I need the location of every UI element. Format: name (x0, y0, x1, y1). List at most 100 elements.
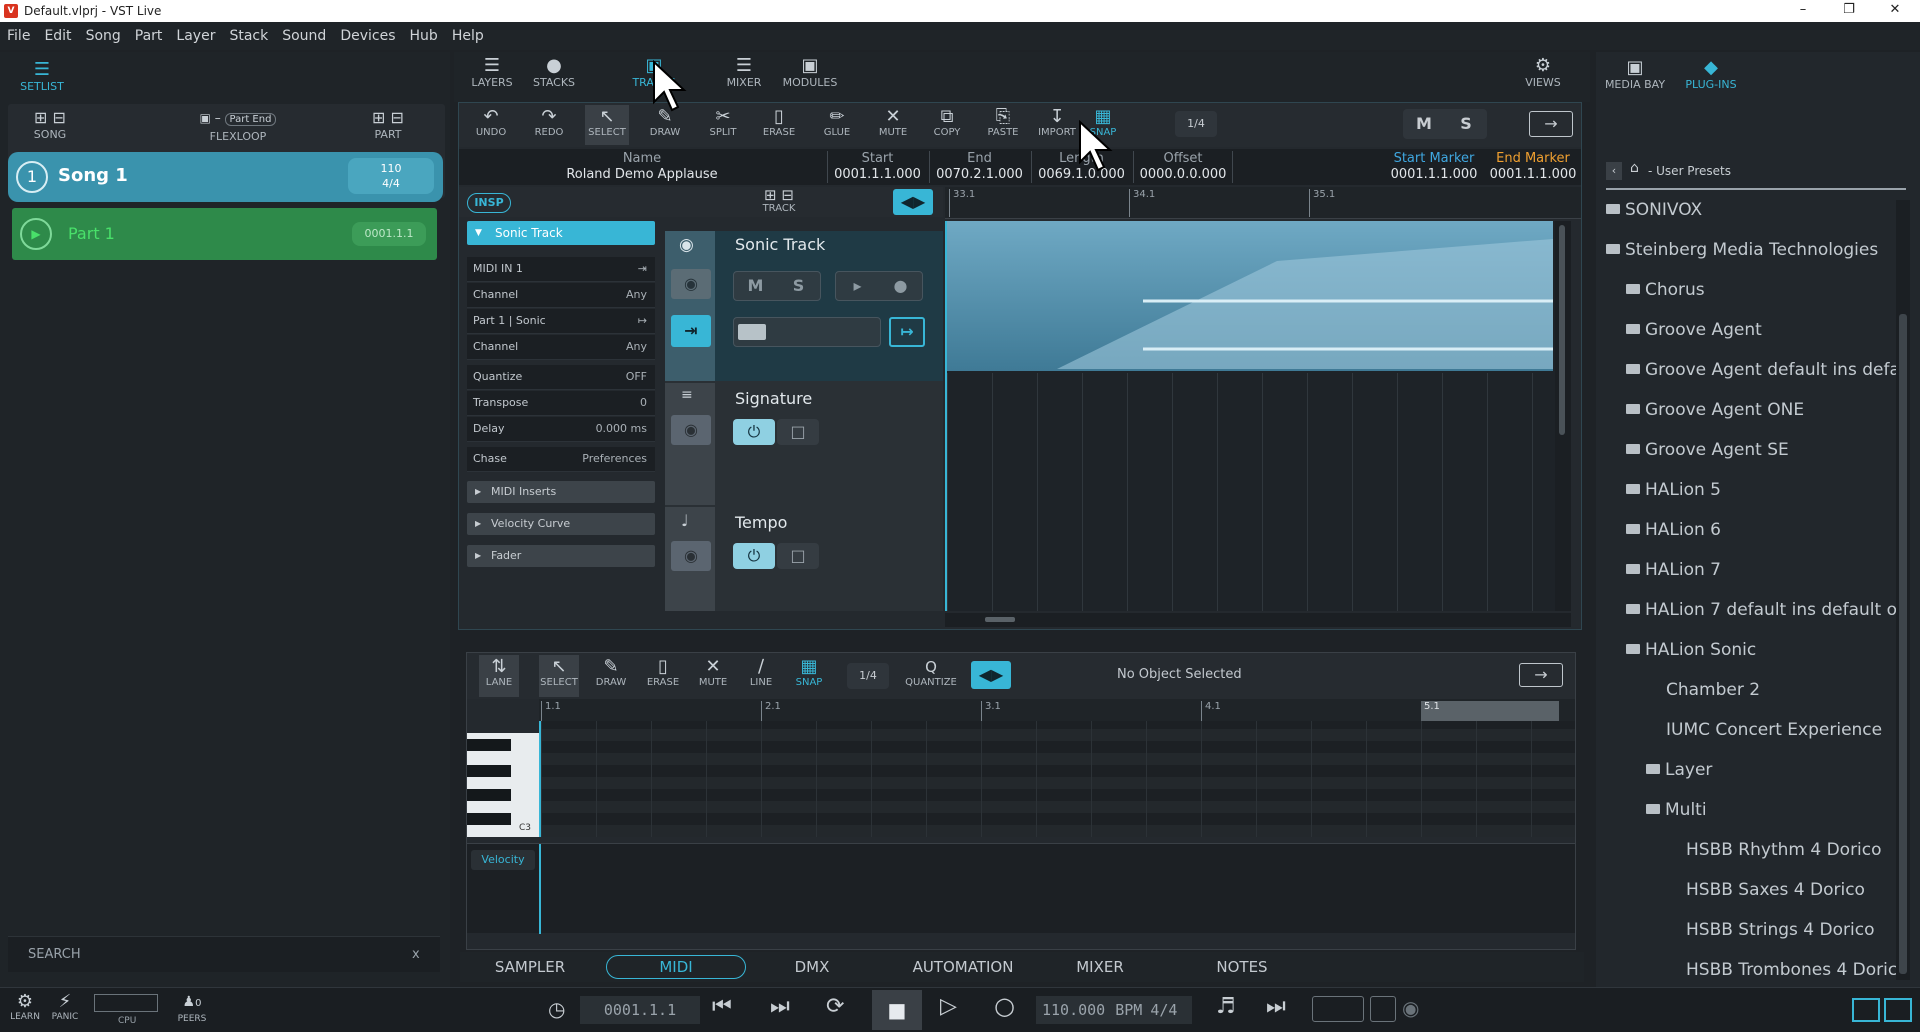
tab-layers[interactable]: ☰ LAYERS (464, 56, 520, 90)
preset-tree-item[interactable]: HSBB Rhythm 4 Dorico (1606, 840, 1896, 860)
preset-tree-item[interactable]: IUMC Concert Experience (1606, 720, 1896, 740)
audio-event[interactable] (947, 221, 1553, 371)
menu-part[interactable]: Part (128, 28, 170, 44)
play-icon[interactable]: ▷ (940, 994, 957, 1019)
preset-tree-item[interactable]: HALion Sonic (1606, 640, 1896, 660)
piano-keyboard[interactable]: C3 (467, 733, 539, 837)
editor-erase-tool[interactable]: ▯ ERASE (643, 657, 683, 689)
editor-snap-toggle[interactable]: ▦ SNAP (789, 657, 829, 689)
note-grid[interactable] (539, 721, 1575, 837)
quantize-button[interactable]: Q QUANTIZE (901, 657, 961, 688)
tag-icon[interactable]: ◉ (671, 415, 711, 445)
clear-search-icon[interactable]: x (412, 947, 420, 962)
preset-tree-item[interactable]: HSBB Strings 4 Dorico (1606, 920, 1896, 940)
redo-button[interactable]: ↷ REDO (527, 107, 571, 139)
glue-tool[interactable]: ✏ GLUE (815, 107, 859, 139)
menu-edit[interactable]: Edit (37, 28, 78, 44)
preset-tree-item[interactable]: Groove Agent ONE (1606, 400, 1896, 420)
delay-row[interactable]: Delay 0.000 ms (467, 417, 655, 442)
loop-range[interactable]: 5.1 (1421, 701, 1559, 721)
preset-tree-item[interactable]: Steinberg Media Technologies (1606, 240, 1896, 260)
home-icon[interactable]: ⌂ (1630, 160, 1639, 176)
quantize-row[interactable]: Quantize OFF (467, 365, 655, 390)
tab-stacks[interactable]: ● STACKS (526, 56, 582, 90)
track-volume-fader[interactable] (733, 317, 881, 347)
controller-lane[interactable]: Velocity (467, 843, 1575, 934)
tree-scrollbar[interactable] (1896, 200, 1910, 980)
flexloop-value[interactable]: Part End (224, 113, 277, 126)
play-part-icon[interactable]: ▶ (20, 218, 52, 250)
preset-tree-item[interactable]: Groove Agent default ins defau (1606, 360, 1896, 380)
stop-icon[interactable]: ■ (872, 990, 922, 1030)
tag-icon[interactable]: ◉ (671, 541, 711, 571)
preset-tree-item[interactable]: HALion 7 (1606, 560, 1896, 580)
lock-icon[interactable]: □ (777, 419, 819, 445)
record-icon[interactable]: ○ (994, 992, 1015, 1020)
rewind-icon[interactable]: ⏮ (712, 994, 732, 1019)
menu-file[interactable]: File (0, 28, 37, 44)
flexloop-control[interactable]: ▣ – Part End FLEXLOOP (188, 108, 288, 143)
layout-left-icon[interactable] (1852, 998, 1880, 1022)
import-button[interactable]: ↧ IMPORT (1035, 107, 1079, 139)
editor-select-tool[interactable]: ↖ SELECT (539, 655, 579, 697)
preset-tree-item[interactable]: HALion 7 default ins default ou (1606, 600, 1896, 620)
undo-button[interactable]: ↶ UNDO (469, 107, 513, 139)
output-channel-row[interactable]: Channel Any (467, 335, 655, 360)
preset-tree-item[interactable]: Multi (1606, 800, 1896, 820)
close-button[interactable]: ✕ (1872, 0, 1918, 22)
arrow-right-icon[interactable]: → (1529, 111, 1573, 137)
preset-tree-item[interactable]: HSBB Saxes 4 Dorico (1606, 880, 1896, 900)
record-mode-icon[interactable]: ◉ (1402, 996, 1419, 1020)
tab-media-bay[interactable]: ▣ MEDIA BAY (1600, 58, 1670, 92)
tab-notes[interactable]: NOTES (1192, 958, 1292, 976)
preset-tree-item[interactable]: Layer (1606, 760, 1896, 780)
track-tempo[interactable]: ♩ ◉ Tempo ⏻ □ (665, 507, 943, 611)
tab-mixer[interactable]: ☰ MIXER (716, 56, 772, 90)
menu-song[interactable]: Song (79, 28, 128, 44)
track-mute-button[interactable]: M (734, 272, 777, 300)
lane-button[interactable]: ⇅ LANE (479, 655, 519, 697)
search-input[interactable]: SEARCH (28, 947, 81, 962)
menu-stack[interactable]: Stack (222, 28, 275, 44)
menu-devices[interactable]: Devices (333, 28, 402, 44)
add-part-icon[interactable]: ⊞ ⊟ (358, 108, 418, 128)
input-channel-row[interactable]: Channel Any (467, 283, 655, 308)
clock-icon[interactable]: ◷ (548, 997, 565, 1021)
back-icon[interactable]: ‹ (1606, 162, 1622, 180)
tab-sampler[interactable]: SAMPLER (480, 958, 580, 976)
track-solo-button[interactable]: S (777, 272, 820, 300)
arrow-right-icon[interactable]: → (1519, 663, 1563, 687)
preset-tree-item[interactable]: SONIVOX (1606, 200, 1896, 220)
panic-button[interactable]: ⚡ PANIC (48, 992, 82, 1023)
locator-left[interactable] (1312, 996, 1364, 1022)
mute-tool[interactable]: ✕ MUTE (871, 107, 915, 139)
inspector-track-name[interactable]: ▼ Sonic Track (467, 221, 655, 245)
preset-tree-item[interactable]: Chorus (1606, 280, 1896, 300)
speaker-icon[interactable]: ▸ (836, 272, 879, 300)
menu-help[interactable]: Help (445, 28, 491, 44)
tab-plugins[interactable]: ◆ PLUG-INS (1676, 58, 1746, 92)
tab-automation[interactable]: AUTOMATION (898, 958, 1028, 976)
transpose-row[interactable]: Transpose 0 (467, 391, 655, 416)
menu-layer[interactable]: Layer (169, 28, 222, 44)
erase-tool[interactable]: ▯ ERASE (757, 107, 801, 139)
paste-button[interactable]: ⎘ PASTE (981, 107, 1025, 139)
part-item[interactable]: ▶ Part 1 0001.1.1 (12, 208, 437, 260)
power-icon[interactable]: ⏻ (733, 543, 775, 569)
horizontal-scrollbar[interactable] (945, 613, 1571, 627)
tab-modules[interactable]: ▣ MODULES (778, 56, 842, 90)
add-track-icon[interactable]: ⊞ ⊟ (749, 187, 809, 203)
midi-output-row[interactable]: Part 1 | Sonic ↦ (467, 309, 655, 334)
insp-toggle[interactable]: INSP (467, 193, 511, 213)
preset-tree-item[interactable]: Groove Agent SE (1606, 440, 1896, 460)
copy-button[interactable]: ⧉ COPY (925, 107, 969, 139)
event-display[interactable] (945, 221, 1571, 611)
global-mute-button[interactable]: M (1403, 109, 1445, 139)
editor-draw-tool[interactable]: ✎ DRAW (591, 657, 631, 689)
learn-button[interactable]: ⚙ LEARN (8, 992, 42, 1023)
snap-value[interactable]: 1/4 (1175, 111, 1217, 137)
preset-tree-item[interactable]: Chamber 2 (1606, 680, 1896, 700)
output-routing-icon[interactable]: ↦ (889, 317, 925, 347)
setlist-search[interactable]: SEARCH x (8, 936, 440, 972)
forward-icon[interactable]: ⏭ (770, 994, 790, 1019)
